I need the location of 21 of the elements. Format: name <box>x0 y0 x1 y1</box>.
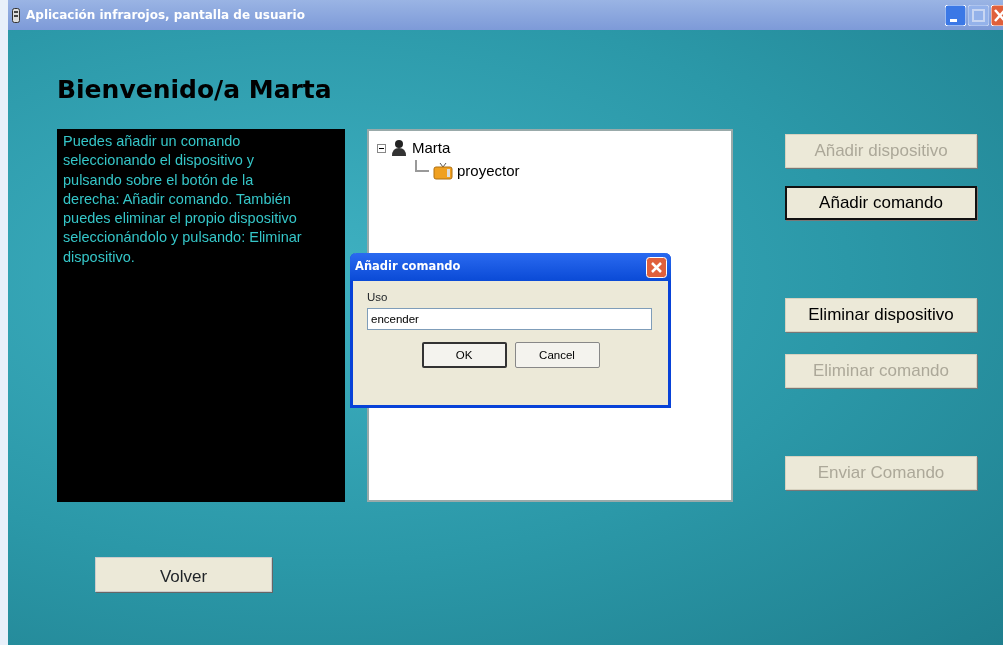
tree-line <box>415 159 429 172</box>
action-button[interactable]: Añadir comando <box>785 186 977 220</box>
close-button[interactable] <box>646 256 667 278</box>
close-button[interactable] <box>991 4 1003 26</box>
welcome-heading: Bienvenido/a Marta <box>57 75 333 105</box>
collapse-icon[interactable] <box>377 143 386 153</box>
dialog-button[interactable]: Cancel <box>514 342 600 369</box>
remote-icon <box>12 7 20 23</box>
person-icon <box>390 139 408 158</box>
action-button[interactable]: Eliminar dispositivo <box>785 298 977 332</box>
dialog-button[interactable]: OK <box>421 342 507 369</box>
window-title: Aplicación infrarojos, pantalla de usuario <box>26 7 305 24</box>
tree-item[interactable]: Marta <box>412 137 451 160</box>
minimize-button[interactable] <box>945 4 966 26</box>
tree-item[interactable]: proyector <box>457 159 520 182</box>
field-label: Uso <box>367 290 389 305</box>
input-field[interactable]: encender <box>367 308 652 331</box>
help-text: Puedes añadir un comando seleccionando el dispositivo y pulsando sobre el botón de la derecha: Añadir comando. También puedes eliminar el propio dispositivo seleccionándolo y pulsando: Eliminar dispositivo. <box>63 132 303 267</box>
dialog-title: Añadir comando <box>355 258 461 276</box>
tv-icon <box>433 161 453 180</box>
back-button[interactable]: Volver <box>95 557 272 592</box>
